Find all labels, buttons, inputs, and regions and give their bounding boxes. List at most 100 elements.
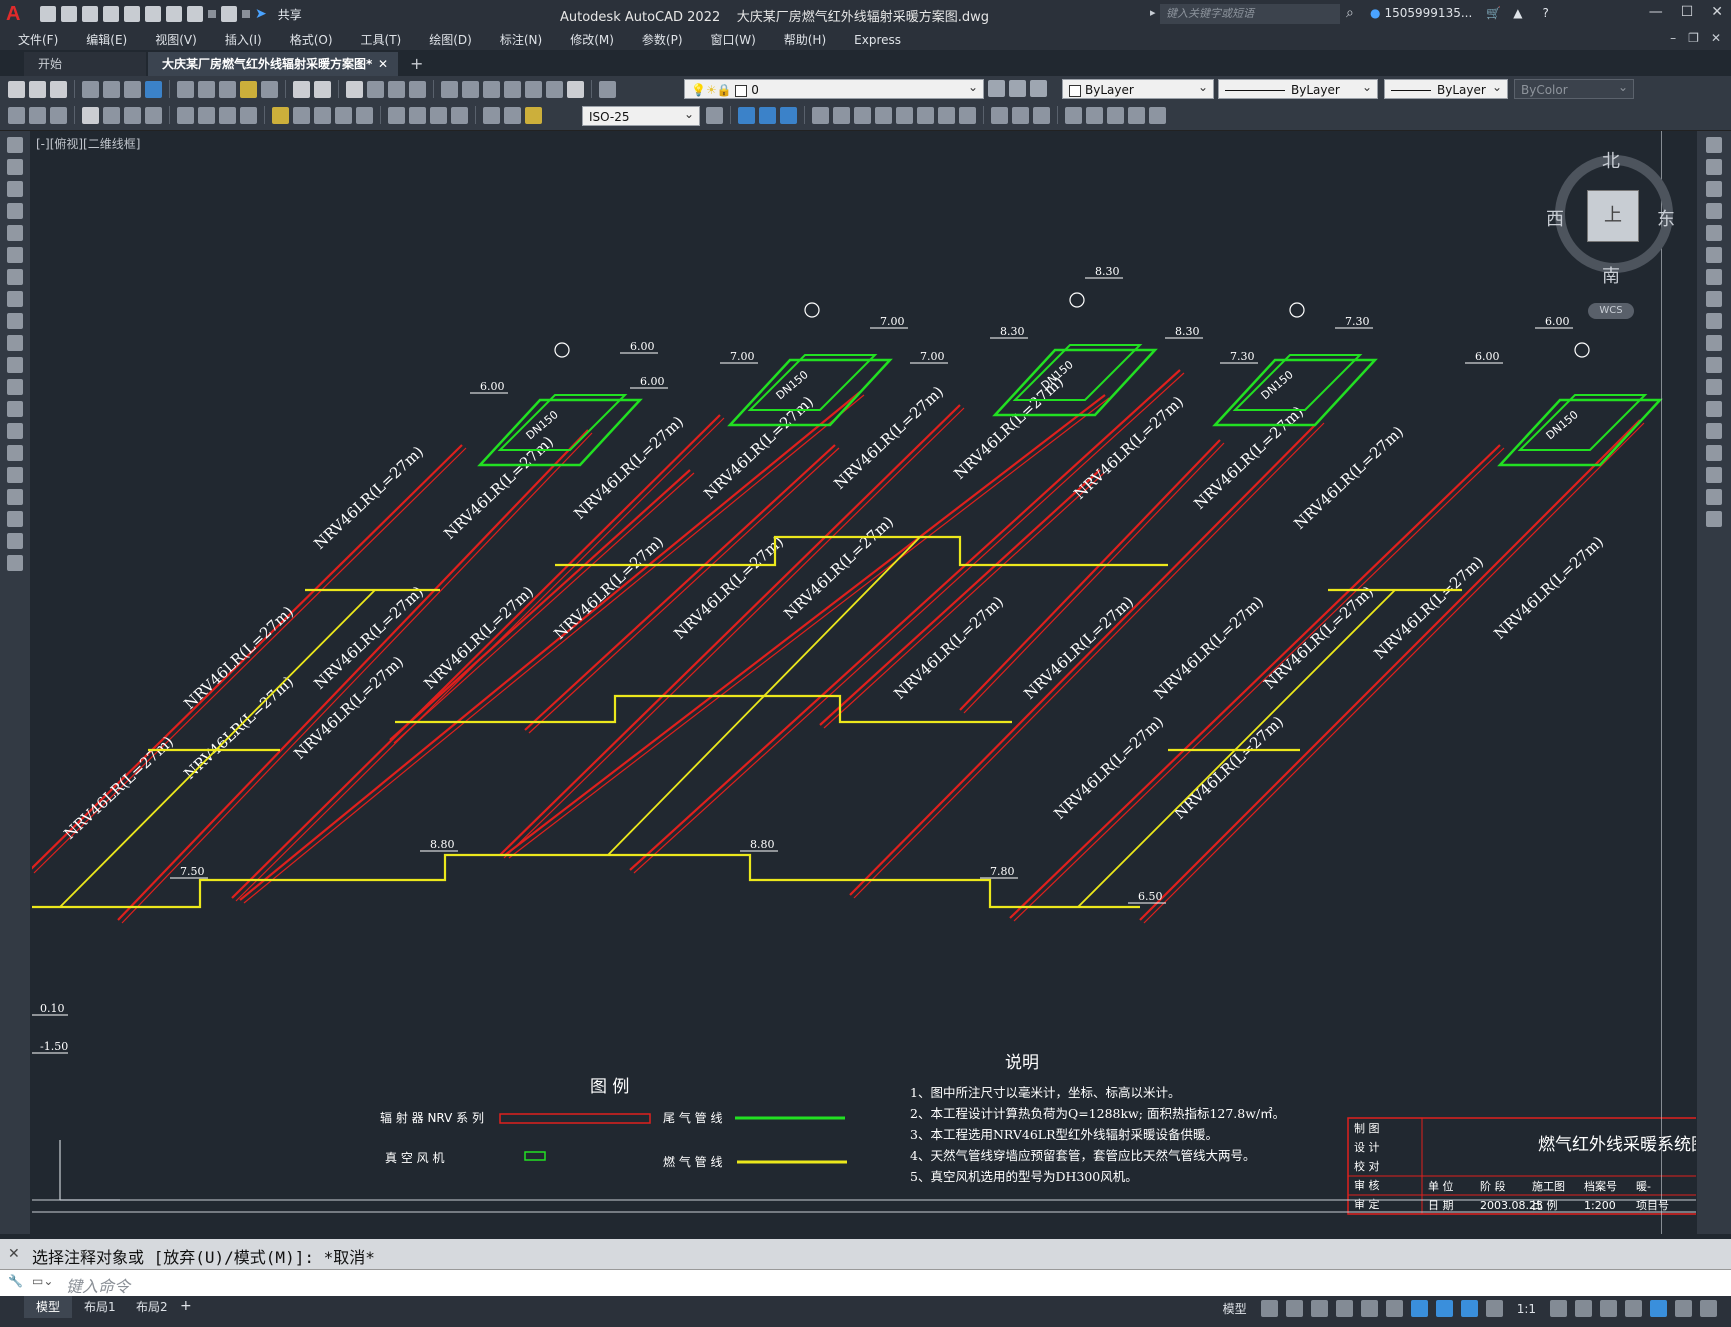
mirror-icon[interactable] <box>1706 181 1722 197</box>
color-dropdown[interactable]: ByLayer <box>1062 77 1214 99</box>
workspace-icon[interactable] <box>1550 1300 1567 1317</box>
break-icon[interactable] <box>1706 401 1722 417</box>
mod4-icon[interactable] <box>875 106 892 124</box>
publish-icon[interactable] <box>124 80 141 98</box>
undo-dropdown-icon[interactable] <box>208 10 216 18</box>
tool3-icon[interactable] <box>50 106 67 124</box>
fillet-icon[interactable] <box>1706 467 1722 483</box>
mod10-icon[interactable] <box>1012 106 1029 124</box>
table-icon[interactable] <box>7 511 23 527</box>
dimtedit-icon[interactable] <box>504 106 521 124</box>
menu-file[interactable]: 文件(F) <box>18 31 58 48</box>
blend-icon[interactable] <box>1706 489 1722 505</box>
continue-dim-icon[interactable] <box>314 106 331 124</box>
model-space-label[interactable]: 模型 <box>1223 1300 1247 1317</box>
undo-tool-icon[interactable] <box>293 80 310 98</box>
cart-icon[interactable]: 🛒 <box>1486 6 1501 20</box>
compass-north[interactable]: 北 <box>1602 147 1620 173</box>
autocad-logo-icon[interactable]: A <box>6 3 28 25</box>
break-at-point-icon[interactable] <box>1706 379 1722 395</box>
line-icon[interactable] <box>7 137 23 153</box>
menu-express[interactable]: Express <box>854 33 901 47</box>
aligned-dim-icon[interactable] <box>103 106 120 124</box>
point-icon[interactable] <box>7 423 23 439</box>
open-web-icon[interactable] <box>124 6 140 22</box>
menu-insert[interactable]: 插入(I) <box>225 31 262 48</box>
scale-icon[interactable] <box>1706 291 1722 307</box>
move-icon[interactable] <box>1706 247 1722 263</box>
layout-tab-2[interactable]: 布局2 <box>124 1296 180 1318</box>
redo-tool-icon[interactable] <box>314 80 331 98</box>
tool2-icon[interactable] <box>29 106 46 124</box>
help-tool-icon[interactable] <box>567 80 584 98</box>
search-input[interactable]: 键入关键字或短语 <box>1160 4 1340 24</box>
paste-icon[interactable] <box>219 80 236 98</box>
edit-tool-icon[interactable] <box>8 106 25 124</box>
search-expand-icon[interactable]: ▸ <box>1150 6 1156 19</box>
ordinate-dim-icon[interactable] <box>145 106 162 124</box>
user-account[interactable]: ● 1505999135... 🛒 ▲ ? <box>1370 6 1549 20</box>
diameter-dim-icon[interactable] <box>219 106 236 124</box>
rotate-icon[interactable] <box>1706 269 1722 285</box>
ellipse-arc-icon[interactable] <box>7 357 23 373</box>
trim-icon[interactable] <box>1706 335 1722 351</box>
menu-edit[interactable]: 编辑(E) <box>86 31 127 48</box>
compass-south[interactable]: 南 <box>1602 262 1620 288</box>
osnap-icon[interactable] <box>1410 1300 1428 1317</box>
ellipse-icon[interactable] <box>7 335 23 351</box>
wcs-menu[interactable]: WCS <box>1588 303 1634 319</box>
layout-tab-1[interactable]: 布局1 <box>72 1296 128 1318</box>
save-tool-icon[interactable] <box>50 80 67 98</box>
layer-manager-icon[interactable] <box>599 80 616 98</box>
offset-icon[interactable] <box>1706 203 1722 219</box>
hardware-accel-icon[interactable] <box>1650 1300 1667 1317</box>
gradient-icon[interactable] <box>7 467 23 483</box>
mod13-icon[interactable] <box>1086 106 1103 124</box>
tab-drawing[interactable]: 大庆某厂房燃气红外线辐射采暖方案图* ✕ <box>148 52 398 76</box>
clean-screen-icon[interactable] <box>1675 1300 1692 1317</box>
dim-space-icon[interactable] <box>335 106 352 124</box>
menu-help[interactable]: 帮助(H) <box>784 31 826 48</box>
tolerance-icon[interactable] <box>388 106 405 124</box>
markup-icon[interactable] <box>525 80 542 98</box>
menu-view[interactable]: 视图(V) <box>155 31 197 48</box>
layout-tab-model[interactable]: 模型 <box>24 1296 73 1318</box>
customize-icon[interactable]: 🔧 <box>8 1274 23 1288</box>
open-file-icon[interactable] <box>61 6 77 22</box>
calculator-icon[interactable] <box>546 80 563 98</box>
redo-dropdown-icon[interactable] <box>242 10 250 18</box>
ortho-icon[interactable] <box>1310 1300 1328 1317</box>
undo-icon[interactable] <box>187 6 203 22</box>
quick-dim-icon[interactable] <box>272 106 289 124</box>
dim-update-icon[interactable] <box>525 106 542 124</box>
share-icon[interactable]: ➤ <box>255 6 267 22</box>
baseline-dim-icon[interactable] <box>293 106 310 124</box>
print-icon[interactable] <box>82 80 99 98</box>
make-block-icon[interactable] <box>7 401 23 417</box>
doc-minimize-icon[interactable]: – <box>1670 31 1676 45</box>
mod1-icon[interactable] <box>812 106 829 124</box>
compass-west[interactable]: 西 <box>1546 205 1564 231</box>
mod12-icon[interactable] <box>1065 106 1082 124</box>
jogged-linear-icon[interactable] <box>451 106 468 124</box>
annotation-monitor-icon[interactable] <box>1575 1300 1592 1317</box>
tool-palettes-icon[interactable] <box>483 80 500 98</box>
menu-tools[interactable]: 工具(T) <box>361 31 402 48</box>
menu-draw[interactable]: 绘图(D) <box>429 31 472 48</box>
construction-line-icon[interactable] <box>7 159 23 175</box>
jogged-dim-icon[interactable] <box>198 106 215 124</box>
autoscale-icon[interactable] <box>1485 1300 1503 1317</box>
layer-tool-c-icon[interactable] <box>780 106 797 124</box>
angular-dim-icon[interactable] <box>240 106 257 124</box>
drawing-area[interactable]: [-][俯视][二维线框] NRV46LR(L=27m) NRV46LR(L=27… <box>32 131 1696 1234</box>
mod15-icon[interactable] <box>1128 106 1145 124</box>
add-layout-icon[interactable]: + <box>180 1298 192 1314</box>
mod7-icon[interactable] <box>938 106 955 124</box>
spline-icon[interactable] <box>7 313 23 329</box>
revcloud-icon[interactable] <box>7 291 23 307</box>
lineweight-dropdown[interactable]: ByLayer <box>1384 77 1508 99</box>
search-icon[interactable]: ⌕ <box>1346 5 1354 21</box>
menu-window[interactable]: 窗口(W) <box>711 31 756 48</box>
copy-icon[interactable] <box>198 80 215 98</box>
mtext-icon[interactable] <box>7 533 23 549</box>
